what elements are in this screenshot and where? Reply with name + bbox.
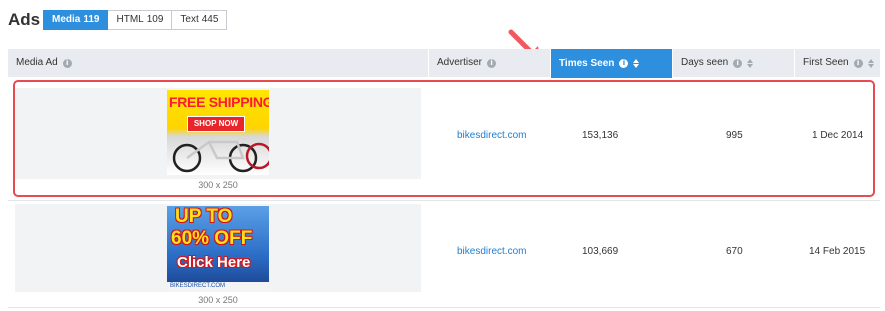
column-header-first-seen[interactable]: First Seen i bbox=[794, 49, 880, 77]
column-header-times-seen[interactable]: Times Seen i bbox=[550, 49, 672, 78]
sort-icon[interactable] bbox=[747, 58, 754, 68]
ad-headline-line3: Click Here bbox=[177, 254, 251, 271]
tab-html-label: HTML bbox=[116, 14, 144, 25]
tab-text[interactable]: Text 445 bbox=[172, 10, 228, 30]
tab-text-label: Text bbox=[180, 14, 199, 25]
column-label: Advertiser bbox=[437, 57, 483, 68]
row-divider bbox=[8, 307, 880, 308]
info-icon[interactable]: i bbox=[487, 58, 497, 68]
first-seen-value: 14 Feb 2015 bbox=[809, 246, 866, 257]
advertiser-link[interactable]: bikesdirect.com bbox=[457, 246, 526, 257]
page-title: Ads bbox=[8, 10, 41, 29]
days-seen-value: 670 bbox=[726, 246, 743, 257]
ad-type-tabs: Media 119 HTML 109 Text 445 bbox=[43, 10, 228, 30]
info-icon[interactable]: i bbox=[733, 58, 743, 68]
ad-footer: BIKESDIRECT.COM bbox=[167, 282, 269, 291]
column-label: Days seen bbox=[681, 57, 729, 68]
table-header: Media Ad i Advertiser i Times Seen i Day… bbox=[8, 49, 880, 78]
times-seen-value: 103,669 bbox=[582, 246, 619, 257]
tab-html[interactable]: HTML 109 bbox=[108, 10, 173, 30]
ad-headline-line2: 60% OFF bbox=[171, 228, 253, 249]
row-divider bbox=[8, 200, 880, 201]
tab-media-label: Media bbox=[52, 14, 81, 25]
sort-icon[interactable] bbox=[633, 59, 640, 68]
tab-html-count: 109 bbox=[146, 14, 164, 25]
tab-media[interactable]: Media 119 bbox=[43, 10, 109, 30]
column-label: Times Seen bbox=[559, 57, 615, 69]
column-header-media-ad: Media Ad i bbox=[8, 49, 428, 77]
ad-image-sixty-percent-off[interactable]: UP TO 60% OFF Click Here BIKESDIRECT.COM bbox=[167, 206, 269, 291]
row-highlight-annotation bbox=[13, 80, 875, 197]
tab-text-count: 445 bbox=[201, 14, 219, 25]
ad-dimensions: 300 x 250 bbox=[198, 295, 238, 305]
column-header-days-seen[interactable]: Days seen i bbox=[672, 49, 794, 77]
column-header-advertiser: Advertiser i bbox=[428, 49, 550, 77]
info-icon[interactable]: i bbox=[619, 59, 629, 68]
ad-headline-line1: UP TO bbox=[175, 206, 233, 227]
tab-media-count: 119 bbox=[83, 14, 100, 25]
column-label: Media Ad bbox=[16, 57, 58, 68]
info-icon[interactable]: i bbox=[853, 58, 863, 68]
column-label: First Seen bbox=[803, 57, 849, 68]
info-icon[interactable]: i bbox=[62, 58, 72, 68]
sort-icon[interactable] bbox=[867, 58, 874, 68]
